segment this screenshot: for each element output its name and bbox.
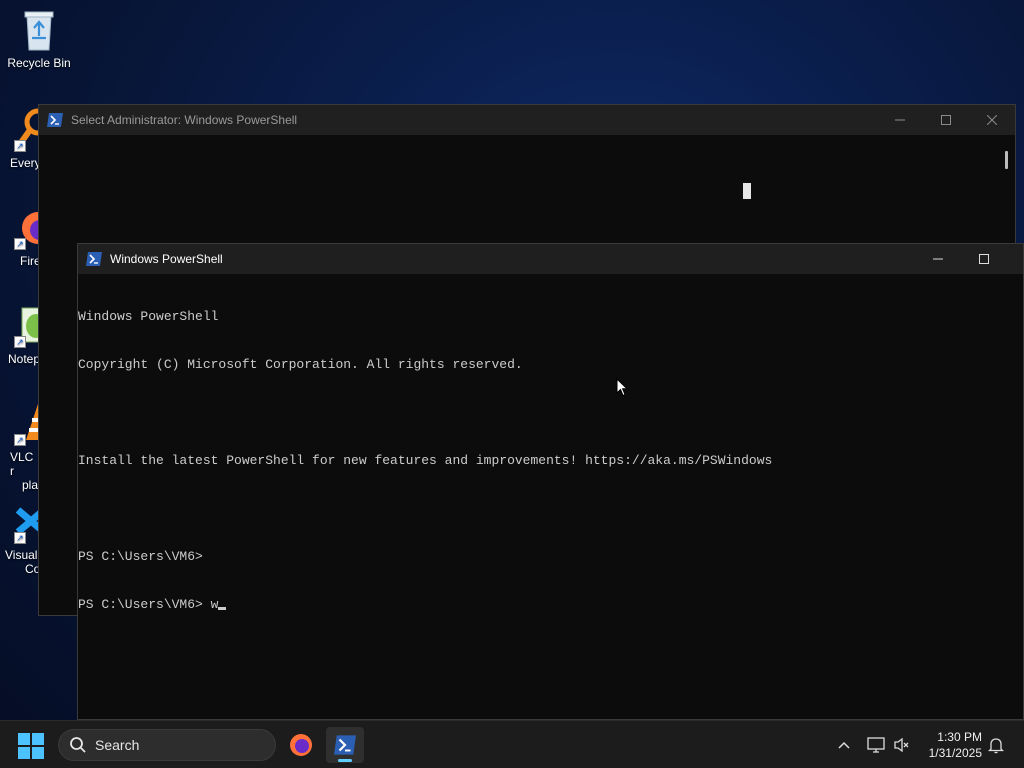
shortcut-arrow-icon: ↗	[14, 532, 26, 544]
taskbar-powershell-button[interactable]	[326, 727, 364, 763]
powershell-icon	[86, 252, 102, 266]
desktop-icon-recycle-bin[interactable]: Recycle Bin	[1, 8, 77, 70]
console-input-line[interactable]: PS C:\Users\VM6> w	[78, 597, 1023, 613]
desktop-icon-label: Fire	[20, 254, 40, 268]
desktop-icon-vlc[interactable]: ↗ VLC r pla	[0, 402, 40, 492]
maximize-button[interactable]	[961, 244, 1007, 274]
console-line: Copyright (C) Microsoft Corporation. All…	[78, 357, 523, 372]
desktop-icon-label: Every	[10, 156, 40, 170]
desktop-icon-everything[interactable]: ↗ Every	[0, 108, 40, 170]
notifications-button[interactable]	[986, 735, 1006, 755]
desktop-icon-notepad-plus-plus[interactable]: ↗ Notep	[0, 304, 40, 366]
maximize-icon	[979, 254, 989, 264]
taskbar-search-box[interactable]: Search	[58, 729, 276, 761]
recycle-bin-icon	[24, 11, 54, 51]
console-output[interactable]: Windows PowerShell Copyright (C) Microso…	[78, 275, 1023, 719]
powershell-icon	[334, 735, 356, 755]
title-bar[interactable]: Windows PowerShell	[78, 244, 1023, 274]
search-label: Search	[95, 737, 140, 753]
desktop-icon-label: VLC r	[10, 450, 34, 478]
title-bar[interactable]: Select Administrator: Windows PowerShell	[39, 105, 1015, 135]
window-title: Select Administrator: Windows PowerShell	[71, 113, 298, 127]
console-prompt: PS C:\Users\VM6> w	[78, 597, 219, 612]
console-line: PS C:\Users\VM6>	[78, 549, 203, 564]
minimize-icon	[895, 119, 905, 121]
selection-cursor	[743, 183, 751, 199]
bell-icon	[988, 738, 1004, 754]
shortcut-arrow-icon: ↗	[14, 140, 26, 152]
show-hidden-icons-button[interactable]	[834, 735, 854, 755]
minimize-icon	[933, 258, 943, 260]
mouse-pointer-icon	[616, 378, 628, 397]
console-line: Windows PowerShell	[78, 309, 219, 324]
taskbar-clock[interactable]: 1:30 PM 1/31/2025	[929, 729, 982, 761]
close-button[interactable]	[969, 105, 1015, 135]
volume-muted-icon	[894, 737, 909, 753]
chevron-up-icon	[838, 741, 850, 749]
search-icon	[70, 737, 86, 753]
taskbar: Search 1:30 PM 1/31/2025	[0, 720, 1024, 768]
desktop-icon-vscode[interactable]: ↗ Visual Co	[0, 500, 40, 576]
powershell-icon	[47, 113, 63, 127]
shortcut-arrow-icon: ↗	[14, 238, 26, 250]
window-title: Windows PowerShell	[110, 252, 223, 266]
clock-time: 1:30 PM	[937, 730, 982, 744]
shortcut-arrow-icon: ↗	[14, 434, 26, 446]
maximize-button[interactable]	[923, 105, 969, 135]
network-icon	[867, 737, 885, 753]
firefox-icon	[290, 734, 312, 756]
minimize-button[interactable]	[915, 244, 961, 274]
desktop-icon-label: Visual	[5, 548, 38, 562]
network-status-button[interactable]	[866, 735, 886, 755]
taskbar-firefox-button[interactable]	[282, 727, 320, 763]
windows-start-icon[interactable]	[18, 733, 44, 759]
desktop-icon-firefox[interactable]: ↗ Fire	[0, 206, 40, 268]
desktop-icon-label: Recycle Bin	[7, 56, 71, 70]
clock-date: 1/31/2025	[928, 746, 982, 760]
maximize-icon	[941, 115, 951, 125]
active-indicator	[338, 759, 352, 762]
scrollbar-thumb[interactable]	[1005, 151, 1008, 169]
desktop-icon-label-line2: pla	[22, 478, 39, 492]
desktop-icon-label-line2: Co	[25, 562, 40, 576]
close-icon	[987, 115, 997, 125]
powershell-window[interactable]: Windows PowerShell Windows PowerShell Co…	[77, 243, 1024, 720]
console-line: Install the latest PowerShell for new fe…	[78, 453, 773, 468]
volume-button[interactable]	[892, 735, 912, 755]
minimize-button[interactable]	[877, 105, 923, 135]
text-cursor	[218, 607, 227, 610]
shortcut-arrow-icon: ↗	[14, 336, 26, 348]
desktop-icon-label: Notep	[8, 352, 40, 366]
